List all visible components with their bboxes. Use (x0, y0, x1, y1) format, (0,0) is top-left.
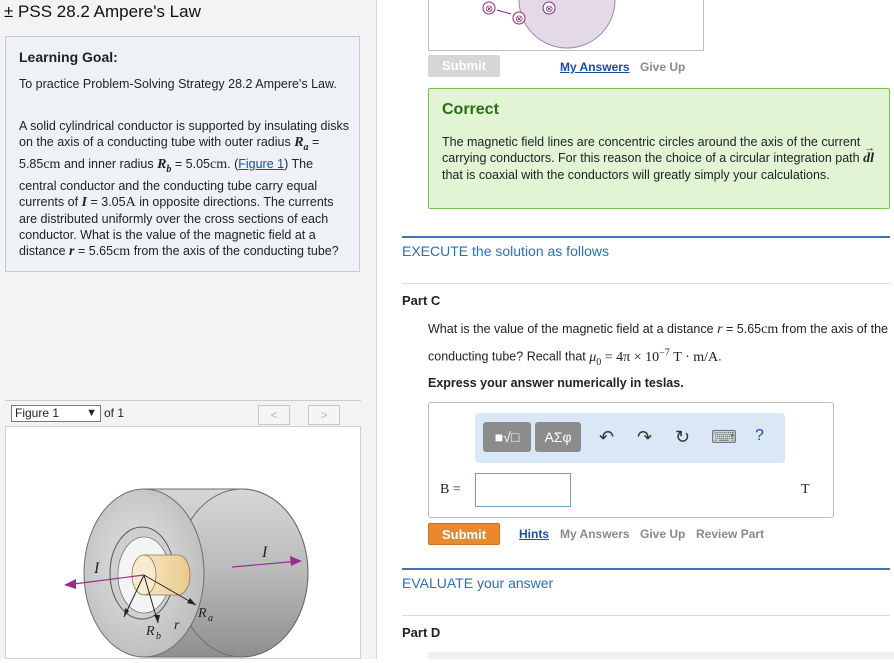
my-answers-link[interactable]: My Answers (560, 527, 630, 541)
question-r-value: = 5.65 (726, 322, 762, 336)
math-toolbar: ■√□ ΑΣφ ↶ ↷ ↻ ⌨ ? (475, 413, 785, 463)
rb-unit: cm (210, 156, 228, 172)
previous-submit-button[interactable]: Submit (428, 55, 500, 77)
undo-icon[interactable]: ↶ (599, 427, 614, 448)
problem-statement: A solid cylindrical conductor is support… (19, 118, 351, 260)
part-divider (402, 615, 890, 616)
label-rb: R (145, 624, 155, 639)
page-title: ± PSS 28.2 Ampere's Law (4, 2, 201, 21)
part-d-label: Part D (402, 625, 441, 640)
figure-count: of 1 (104, 406, 125, 420)
figure-navigation: Figure 1 ▼ of 1 < > (5, 400, 361, 427)
correct-title: Correct (442, 101, 499, 118)
rb-value: = 5.05 (174, 156, 211, 171)
statement-text: and inner radius (63, 156, 154, 171)
statement-text: from the axis of the conducting tube? (133, 243, 339, 258)
next-figure-button[interactable]: > (308, 405, 340, 425)
label-ra: R (197, 606, 207, 621)
field-arrow (496, 9, 512, 15)
hints-link[interactable]: Hints (519, 527, 549, 541)
ra-unit: cm (43, 156, 61, 172)
current-into-page-icon: ⊗ (515, 14, 523, 25)
answer-label: B = (440, 482, 461, 497)
part-c-instruction: Express your answer numerically in tesla… (428, 376, 684, 390)
vector-arrow-icon: → (864, 142, 876, 154)
part-c-label: Part C (402, 293, 441, 308)
answer-box: ■√□ ΑΣφ ↶ ↷ ↻ ⌨ ? B = T (428, 402, 834, 518)
figure-link[interactable]: Figure 1 (238, 157, 284, 171)
evaluate-heading: EVALUATE your answer (402, 575, 554, 591)
r-symbol: r (69, 243, 75, 259)
current-into-page-icon: ⊗ (485, 4, 493, 15)
part-c-question: What is the value of the magnetic field … (428, 318, 894, 373)
problem-panel: ± PSS 28.2 Ampere's Law Learning Goal: T… (0, 0, 377, 659)
current-unit: A (125, 194, 136, 210)
answer-panel: ⊗ ⊗ ⊗ Submit My Answers Give Up Correct … (377, 0, 894, 659)
part-d-content (428, 652, 894, 659)
r-value: = 5.65 (77, 243, 114, 258)
label-ra-sub: a (208, 613, 213, 624)
label-current-right: I (261, 544, 268, 561)
question-end: . (718, 349, 722, 364)
label-r: r (174, 618, 180, 633)
correct-text-part: The magnetic field lines are concentric … (442, 135, 861, 165)
answer-unit: T (801, 482, 810, 497)
correct-feedback: Correct The magnetic field lines are con… (428, 88, 890, 209)
keyboard-icon[interactable]: ⌨ (711, 427, 737, 448)
previous-give-up-link[interactable]: Give Up (640, 60, 685, 74)
learning-goal-intro: To practice Problem-Solving Strategy 28.… (19, 77, 337, 91)
mu-zero: μ0 = 4π × 10−7 T · m/A (589, 347, 719, 368)
part-divider (402, 283, 890, 284)
submit-button[interactable]: Submit (428, 523, 500, 545)
current-value: = 3.05 (90, 194, 126, 209)
previous-my-answers-link[interactable]: My Answers (560, 60, 630, 74)
previous-part-figure: ⊗ ⊗ ⊗ (428, 0, 704, 51)
r-unit: cm (113, 243, 131, 259)
greek-symbols-button[interactable]: ΑΣφ (535, 422, 581, 452)
learning-goal-heading: Learning Goal: (19, 49, 118, 65)
current-symbol: I (81, 194, 87, 210)
correct-text-part: that is coaxial with the conductors will… (442, 168, 830, 182)
execute-heading: EXECUTE the solution as follows (402, 243, 609, 259)
figure-area: I I R b r R a (5, 426, 361, 659)
label-current-left: I (93, 560, 100, 577)
review-part-link[interactable]: Review Part (696, 527, 764, 541)
field-region (518, 0, 616, 49)
question-text: What is the value of the magnetic field … (428, 322, 714, 336)
coaxial-conductor-diagram: I I R b r R a (64, 488, 309, 658)
statement-text: . ( (227, 156, 239, 171)
ra-symbol: Ra (294, 135, 309, 153)
previous-figure-button[interactable]: < (258, 405, 290, 425)
label-rb-sub: b (156, 631, 161, 642)
question-r-symbol: r (717, 322, 723, 337)
field-circle-diagram: ⊗ ⊗ ⊗ (482, 0, 616, 49)
dl-vector: → dl (863, 142, 876, 166)
figure-select-value: Figure 1 (15, 406, 60, 420)
reset-icon[interactable]: ↻ (675, 427, 690, 448)
chevron-down-icon: ▼ (86, 407, 97, 419)
current-arrow-left-head (64, 579, 76, 589)
templates-button[interactable]: ■√□ (483, 422, 531, 452)
help-icon[interactable]: ? (755, 427, 764, 445)
redo-icon[interactable]: ↷ (637, 427, 652, 448)
give-up-link[interactable]: Give Up (640, 527, 685, 541)
learning-goal-box: Learning Goal: To practice Problem-Solvi… (5, 36, 360, 272)
figure-select[interactable]: Figure 1 ▼ (11, 405, 101, 422)
rb-symbol: Rb (157, 156, 172, 175)
answer-input[interactable] (475, 473, 571, 507)
section-divider (402, 568, 890, 570)
correct-text: The magnetic field lines are concentric … (442, 134, 882, 183)
section-divider (402, 236, 890, 238)
question-r-unit: cm (761, 322, 779, 337)
current-into-page-icon: ⊗ (545, 4, 553, 15)
